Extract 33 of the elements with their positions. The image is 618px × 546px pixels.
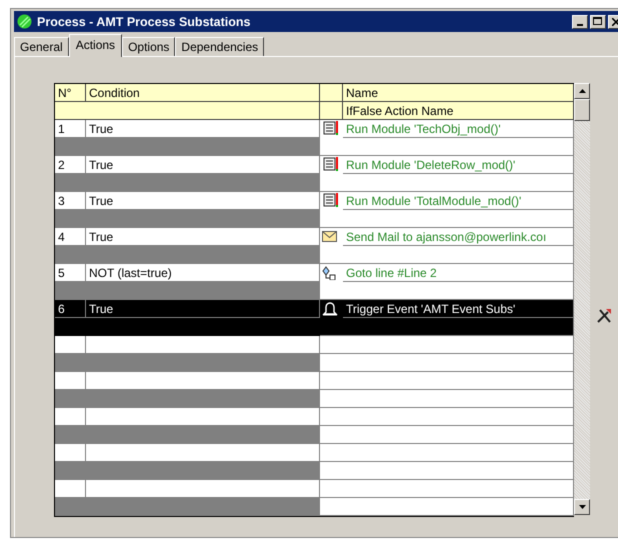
table-row[interactable]: 5 NOT (last=true) Goto line #Line 2 [55, 264, 574, 282]
table-row[interactable]: 3 True Run Module 'TotalModule_mod()' [55, 192, 574, 210]
table-cell: Run Module 'DeleteRow_mod()' [343, 156, 574, 174]
table-cell: Trigger Event 'AMT Event Subs' [343, 300, 574, 318]
table-cell: True [86, 228, 320, 246]
table-cell: Run Module 'TotalModule_mod()' [343, 192, 574, 210]
table-cell: 5 [55, 264, 86, 282]
table-cell: True [86, 120, 320, 138]
column-header: Name [343, 84, 574, 102]
table-cell: 3 [55, 192, 86, 210]
table-cell: Send Mail to ajansson@powerlink.coı [343, 228, 574, 246]
column-header: IfFalse Action Name [343, 102, 574, 120]
tab[interactable]: Dependencies [175, 37, 264, 56]
table-cell: Goto line #Line 2 [343, 264, 574, 282]
table-row[interactable]: 2 True Run Module 'DeleteRow_mod()' [55, 156, 574, 174]
table-row[interactable]: 6 True Trigger Event 'AMT Event Subs' [55, 300, 574, 318]
table-cell: 4 [55, 228, 86, 246]
window-title: Process - AMT Process Substations [37, 14, 252, 28]
table-cell: Run Module 'TechObj_mod()' [343, 120, 574, 138]
tab[interactable]: Options [122, 37, 176, 56]
tab[interactable]: General [14, 37, 69, 56]
table-cell: True [86, 192, 320, 210]
tab[interactable]: Actions [68, 34, 122, 57]
table-cell: True [86, 300, 320, 318]
column-header: Condition [86, 84, 320, 102]
table-cell: 2 [55, 156, 86, 174]
table-row[interactable]: 1 True Run Module 'TechObj_mod()' [55, 120, 574, 138]
table-cell: 6 [55, 300, 86, 318]
column-header: N° [55, 84, 86, 102]
table-row[interactable]: 4 True Send Mail to ajansson@powerlink.coı [55, 228, 574, 246]
table-cell: 1 [55, 120, 86, 138]
table-cell: NOT (last=true) [86, 264, 320, 282]
table-cell: True [86, 156, 320, 174]
